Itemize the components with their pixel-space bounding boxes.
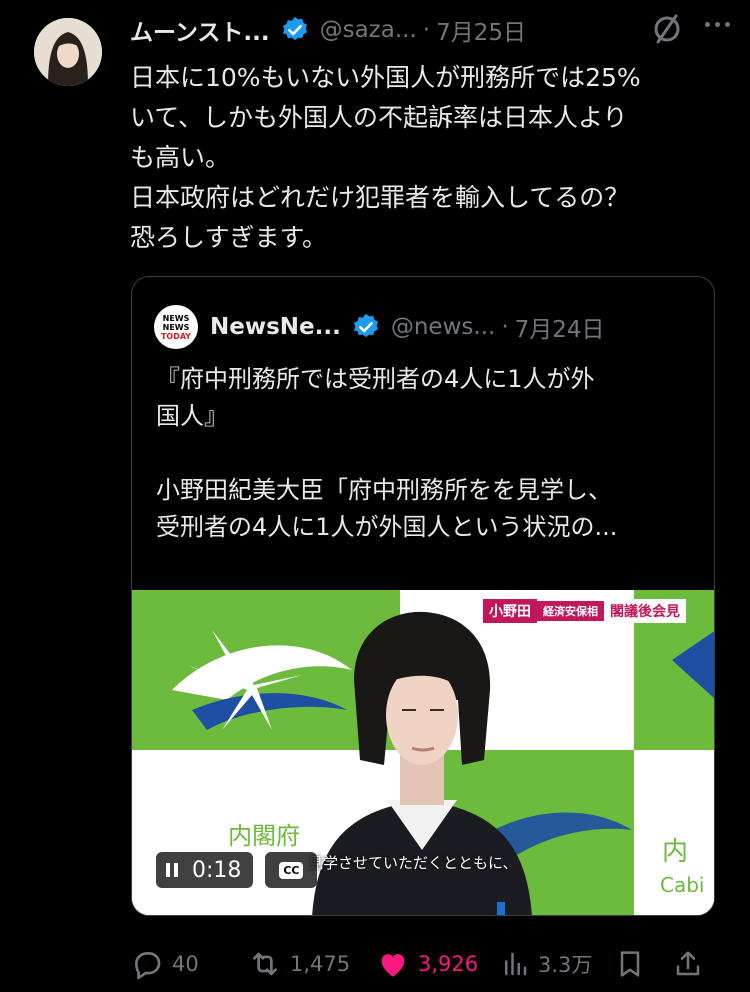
tweet-text: 日本に10%もいない外国人が刑務所では25% いて、しかも外国人の不起訴率は日本… xyxy=(130,63,641,252)
quoted-header: NEWS NEWS TODAY NewsNe... @news... · 7月2… xyxy=(154,305,698,349)
like-button[interactable]: 3,926 xyxy=(376,947,500,981)
tweet-date[interactable]: 7月25日 xyxy=(436,13,526,47)
news-banner: 小野田 経済安保相 閣議後会見 xyxy=(483,599,686,623)
video-time: 0:18 xyxy=(192,857,242,883)
quoted-avatar-logo[interactable]: NEWS NEWS TODAY xyxy=(154,305,198,349)
wall-text-3: 内 xyxy=(662,837,688,867)
views-button[interactable]: 3.3万 xyxy=(500,949,624,979)
logo-text-line-3: TODAY xyxy=(160,331,192,341)
more-options-icon[interactable] xyxy=(705,22,730,27)
repost-button[interactable]: 1,475 xyxy=(248,947,376,981)
grok-icon[interactable] xyxy=(650,12,684,46)
views-icon xyxy=(505,952,527,976)
like-count: 3,926 xyxy=(418,952,479,976)
author-name[interactable]: ムーンスト... xyxy=(130,13,270,47)
wall-text-1b: 内閣府 xyxy=(228,822,300,850)
video-controls: 0:18 CC xyxy=(156,852,318,888)
tweet-header: ムーンスト... @saza... · 7月25日 xyxy=(130,8,730,52)
reply-count: 40 xyxy=(172,952,199,976)
banner-role: 経済安保相 xyxy=(537,601,604,621)
share-icon[interactable] xyxy=(672,948,704,980)
quoted-author-handle[interactable]: @news... xyxy=(391,314,495,340)
video-player[interactable]: 内閣府 Cabinet Office 内閣府 内 Cabi 小野田 経済安保相 … xyxy=(132,590,714,915)
author-handle[interactable]: @saza... xyxy=(320,17,417,43)
views-count: 3.3万 xyxy=(538,953,593,977)
author-avatar[interactable] xyxy=(34,18,102,86)
cc-icon: CC xyxy=(279,861,304,879)
heart-icon xyxy=(381,954,405,977)
reply-icon xyxy=(135,952,161,980)
quoted-text: 『府中刑務所では受刑者の4人に1人が外 国人』 小野田紀美大臣「府中刑務所をを見… xyxy=(156,365,618,541)
video-subtitle: 見学させていただくとともに、 xyxy=(308,854,518,872)
separator-dot: · xyxy=(501,314,509,340)
logo-text-line-1: NEWS xyxy=(162,313,190,323)
quoted-author-name[interactable]: NewsNe... xyxy=(210,314,341,340)
repost-icon xyxy=(253,952,277,976)
play-pause-button[interactable]: 0:18 xyxy=(156,852,254,888)
banner-name: 小野田 xyxy=(483,599,537,623)
action-bar: 40 1,475 3,926 3.3万 xyxy=(130,944,734,984)
repost-count: 1,475 xyxy=(290,952,351,976)
pause-icon xyxy=(166,863,178,877)
wall-text-4: Cabi xyxy=(660,873,704,897)
quoted-date[interactable]: 7月24日 xyxy=(515,310,605,344)
bookmark-icon[interactable] xyxy=(614,948,646,980)
separator-dot: · xyxy=(422,17,431,43)
captions-button[interactable]: CC xyxy=(265,852,318,888)
quoted-tweet[interactable]: NEWS NEWS TODAY NewsNe... @news... · 7月2… xyxy=(131,276,715,916)
reply-button[interactable]: 40 xyxy=(130,947,248,981)
logo-text-line-2: NEWS xyxy=(162,322,190,332)
banner-event: 閣議後会見 xyxy=(604,599,686,623)
verified-badge-icon xyxy=(282,16,307,41)
verified-badge-icon xyxy=(353,313,378,338)
